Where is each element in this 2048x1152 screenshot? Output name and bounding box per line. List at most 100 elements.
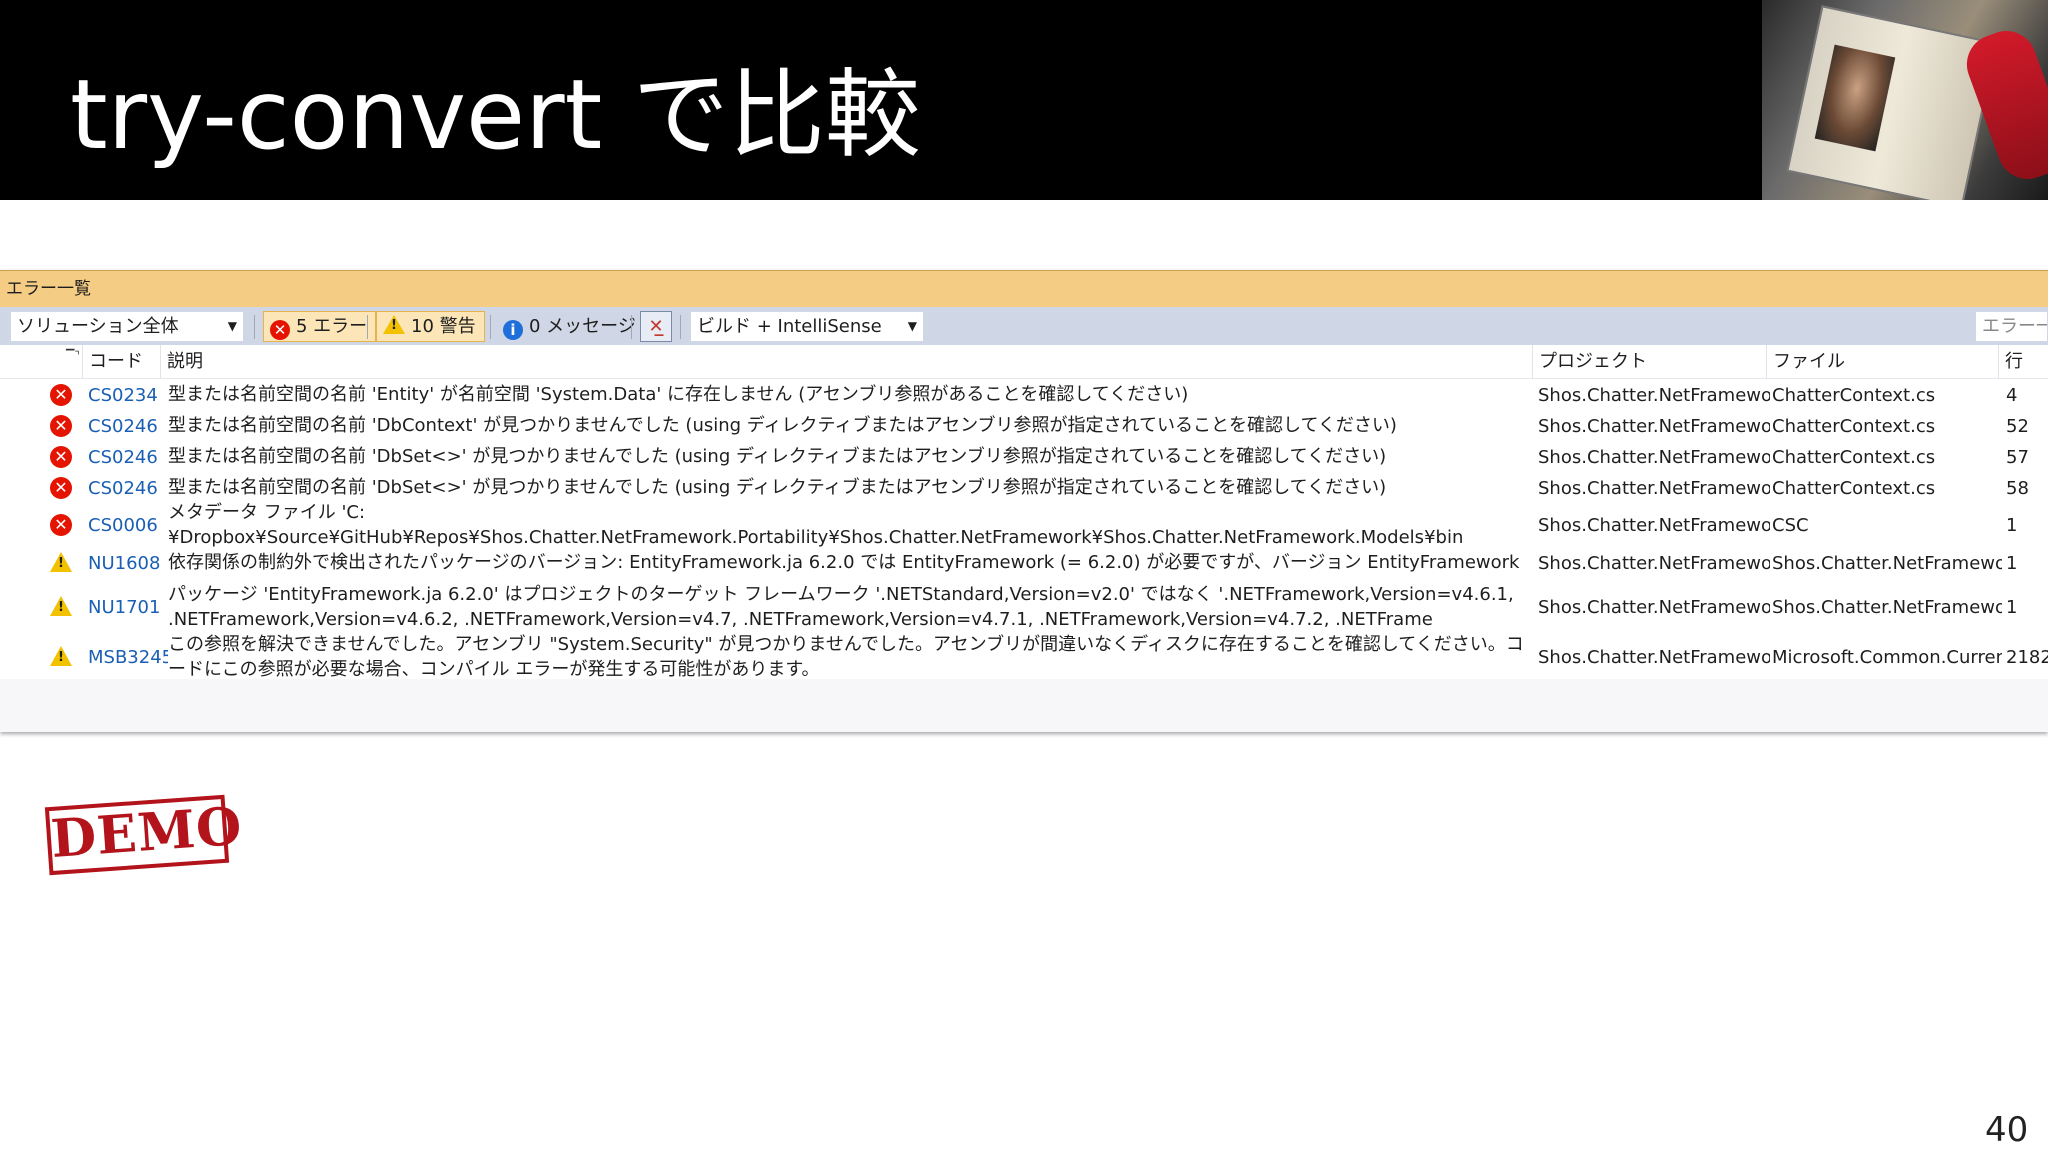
error-line: 52	[2006, 416, 2029, 437]
table-row[interactable]: ✕ CS0246 型または名前空間の名前 'DbSet<>' が見つかりませんでした…	[0, 472, 2048, 503]
error-code-link[interactable]: CS0006	[88, 513, 168, 538]
severity-cell: ✕	[50, 415, 72, 437]
error-code-link[interactable]: CS0246	[88, 445, 168, 470]
error-description: メタデータ ファイル 'C:¥Dropbox¥Source¥GitHub¥Rep…	[168, 502, 1464, 548]
error-rows: ✕ CS0234 型または名前空間の名前 'Entity' が名前空間 'Syste…	[0, 379, 2048, 680]
error-line: 1	[2006, 515, 2018, 536]
sort-indicator-icon: ▔⌝	[66, 349, 80, 362]
column-header-project[interactable]: プロジェクト	[1532, 345, 1766, 379]
error-description: 型または名前空間の名前 'DbSet<>' が見つかりませんでした (using…	[168, 477, 1387, 498]
column-header-code[interactable]: コード	[82, 345, 168, 379]
warning-icon	[383, 315, 405, 334]
error-line: 1	[2006, 597, 2018, 618]
page-number: 40	[1985, 1110, 2029, 1150]
errors-filter-button[interactable]: ✕ 5 エラー	[263, 311, 377, 342]
error-line: 2182	[2006, 647, 2048, 668]
error-icon: ✕	[50, 446, 72, 468]
column-header-file[interactable]: ファイル	[1766, 345, 1998, 379]
table-row[interactable]: ✕ CS0246 型または名前空間の名前 'DbContext' が見つかりませんで…	[0, 410, 2048, 441]
slide-header: try-convert で比較	[0, 0, 2048, 200]
table-row[interactable]: NU1701パッケージ 'EntityFramework.ja 6.2.0' は…	[0, 578, 2048, 635]
error-file: ChatterContext.cs	[1772, 447, 1936, 468]
clear-filter-icon[interactable]: ✕̲	[640, 311, 672, 342]
error-code-link[interactable]: NU1701	[88, 595, 168, 620]
error-line: 58	[2006, 478, 2029, 499]
error-code-link[interactable]: CS0234	[88, 383, 168, 408]
error-icon: ✕	[50, 384, 72, 406]
presenter-photo	[1762, 0, 2048, 200]
error-icon: ✕	[270, 320, 290, 340]
toolbar-separator	[631, 315, 632, 339]
column-header-description[interactable]: 説明	[160, 345, 1532, 379]
table-row[interactable]: NU1608依存関係の制約外で検出されたパッケージのバージョン: EntityF…	[0, 547, 2048, 578]
error-file: CSC	[1772, 515, 1809, 536]
table-header: ▔⌝ コード 説明 プロジェクト ファイル 行	[0, 345, 2048, 379]
severity-cell: ✕	[50, 446, 72, 468]
error-code-link[interactable]: CS0246	[88, 414, 168, 439]
table-row[interactable]: ✕ CS0006 メタデータ ファイル 'C:¥Dropbox¥Source¥Git…	[0, 502, 2048, 548]
error-file: ChatterContext.cs	[1772, 478, 1936, 499]
toolbar-separator	[254, 315, 255, 339]
info-icon: i	[503, 320, 523, 340]
toolbar-separator	[490, 315, 491, 339]
messages-filter-label: 0 メッセージ	[529, 316, 636, 337]
warnings-filter-button[interactable]: 10 警告	[376, 311, 485, 342]
error-code-link[interactable]: MSB3245	[88, 645, 168, 670]
table-row[interactable]: ✕ CS0234 型または名前空間の名前 'Entity' が名前空間 'Syste…	[0, 379, 2048, 410]
severity-cell: ✕	[50, 384, 72, 406]
warning-icon	[50, 552, 72, 572]
error-list-toolbar: ソリューション全体 ▼ ✕ 5 エラー 10 警告 i 0 メッセージ ✕̲ ビルド…	[0, 307, 2048, 345]
severity-cell: ✕	[50, 477, 72, 499]
scope-dropdown-label: ソリューション全体	[17, 316, 179, 337]
error-icon: ✕	[50, 477, 72, 499]
error-file: ChatterContext.cs	[1772, 416, 1936, 437]
error-line: 57	[2006, 447, 2029, 468]
error-description: 依存関係の制約外で検出されたパッケージのバージョン: EntityFramewo…	[168, 552, 1520, 573]
error-project: Shos.Chatter.NetFramewor...	[1538, 478, 1770, 499]
error-description: 型または名前空間の名前 'DbSet<>' が見つかりませんでした (using…	[168, 446, 1387, 467]
error-project: Shos.Chatter.NetFramewor...	[1538, 447, 1770, 468]
chevron-down-icon: ▼	[907, 319, 917, 333]
error-project: Shos.Chatter.NetFramewor...	[1538, 416, 1770, 437]
error-code-link[interactable]: CS0246	[88, 476, 168, 501]
messages-filter-button[interactable]: i 0 メッセージ	[496, 311, 645, 342]
error-file: Shos.Chatter.NetFramewor...	[1772, 553, 2002, 574]
error-list-window: エラー一覧 ソリューション全体 ▼ ✕ 5 エラー 10 警告 i 0 メッセージ …	[0, 270, 2048, 732]
error-file: Microsoft.Common.Curren...	[1772, 647, 2002, 668]
warning-icon	[50, 596, 72, 616]
error-file: Shos.Chatter.NetFramewor...	[1772, 597, 2002, 618]
error-code-link[interactable]: NU1608	[88, 551, 168, 576]
demo-stamp: DEMO	[44, 794, 244, 876]
slide-title: try-convert で比較	[70, 59, 921, 171]
error-list-title: エラー一覧	[0, 271, 2048, 307]
error-description: 型または名前空間の名前 'Entity' が名前空間 'System.Data'…	[168, 384, 1189, 405]
error-project: Shos.Chatter.NetFramewor...	[1538, 553, 1770, 574]
severity-cell: ✕	[50, 514, 72, 536]
scope-dropdown[interactable]: ソリューション全体 ▼	[10, 311, 244, 342]
table-row[interactable]: MSB3245この参照を解決できませんでした。アセンブリ "System.Sec…	[0, 634, 2048, 680]
column-header-line[interactable]: 行	[1998, 345, 2048, 379]
source-dropdown[interactable]: ビルド + IntelliSense ▼	[690, 311, 924, 342]
severity-cell	[50, 596, 72, 621]
error-line: 1	[2006, 553, 2018, 574]
table-row[interactable]: ✕ CS0246 型または名前空間の名前 'DbSet<>' が見つかりませんでした…	[0, 441, 2048, 472]
warning-icon	[50, 646, 72, 666]
error-description: この参照を解決できませんでした。アセンブリ "System.Security" …	[168, 634, 1524, 680]
error-project: Shos.Chatter.NetFramewor...	[1538, 647, 1770, 668]
severity-cell	[50, 646, 72, 671]
search-placeholder: エラー一覧	[1982, 316, 2047, 337]
error-project: Shos.Chatter.NetFramewor...	[1538, 515, 1770, 536]
chevron-down-icon: ▼	[227, 319, 237, 333]
toolbar-separator	[367, 315, 368, 339]
severity-cell	[50, 552, 72, 577]
error-line: 4	[2006, 385, 2018, 406]
error-icon: ✕	[50, 415, 72, 437]
search-input[interactable]: エラー一覧	[1975, 311, 2048, 342]
error-icon: ✕	[50, 514, 72, 536]
error-project: Shos.Chatter.NetFramewor...	[1538, 597, 1770, 618]
toolbar-separator	[680, 315, 681, 339]
error-project: Shos.Chatter.NetFramewor...	[1538, 385, 1770, 406]
errors-filter-label: 5 エラー	[296, 316, 368, 337]
error-description: 型または名前空間の名前 'DbContext' が見つかりませんでした (usi…	[168, 415, 1397, 436]
photo-book	[1786, 5, 1998, 200]
